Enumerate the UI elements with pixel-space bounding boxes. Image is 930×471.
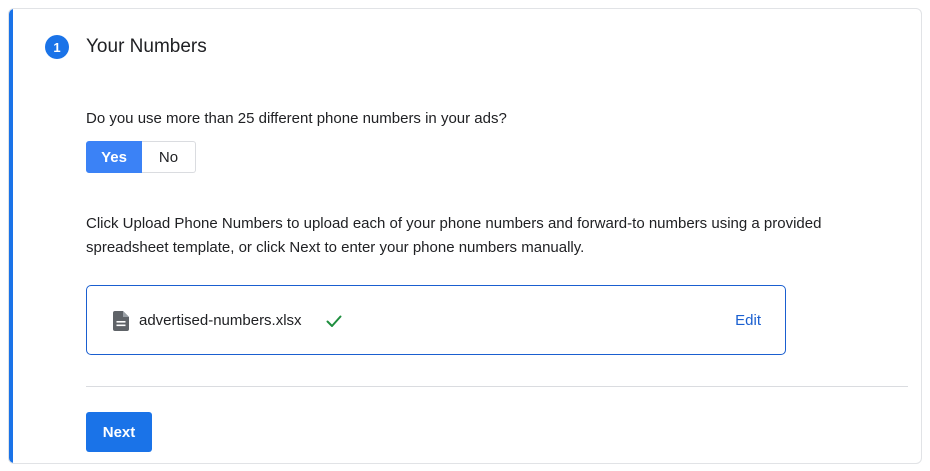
uploaded-file-box: advertised-numbers.xlsx Edit bbox=[86, 285, 786, 355]
yes-no-toggle-group: Yes No bbox=[86, 141, 196, 173]
no-toggle-button[interactable]: No bbox=[142, 141, 196, 173]
section-divider bbox=[86, 386, 908, 387]
step-card: 1 Your Numbers Do you use more than 25 d… bbox=[8, 8, 922, 464]
upload-instructions: Click Upload Phone Numbers to upload eac… bbox=[86, 215, 822, 256]
document-icon bbox=[113, 311, 129, 331]
edit-file-link[interactable]: Edit bbox=[735, 310, 761, 332]
active-step-accent-bar bbox=[9, 9, 13, 463]
step-number-badge: 1 bbox=[45, 35, 69, 59]
checkmark-icon bbox=[326, 315, 342, 327]
step-title: Your Numbers bbox=[86, 36, 207, 57]
phone-count-question: Do you use more than 25 different phone … bbox=[86, 110, 507, 127]
next-button[interactable]: Next bbox=[86, 412, 152, 452]
uploaded-file-name: advertised-numbers.xlsx bbox=[139, 312, 302, 329]
yes-toggle-button[interactable]: Yes bbox=[86, 141, 142, 173]
